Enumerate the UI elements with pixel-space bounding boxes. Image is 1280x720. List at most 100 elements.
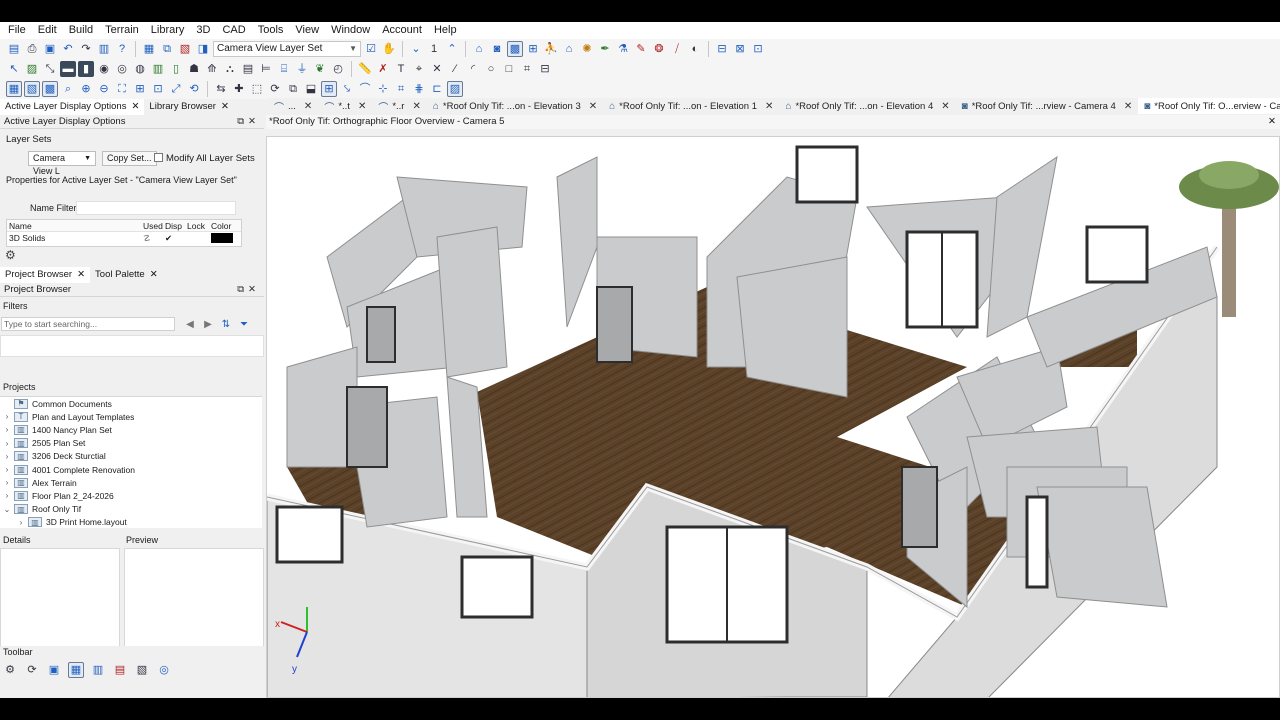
document-tab[interactable]: ⌒ *..t ✕ [318, 98, 372, 114]
chevron-right-icon[interactable]: › [0, 478, 14, 487]
layer-set-dropdown[interactable]: Camera View Layer Set ▼ [213, 41, 361, 57]
menu-item-build[interactable]: Build [63, 22, 99, 39]
circle-icon[interactable]: ○ [483, 61, 499, 77]
rotate-icon[interactable]: ⬚ [249, 81, 265, 97]
layer-color-swatch[interactable] [211, 233, 233, 243]
window-cascade-icon[interactable]: ⊠ [732, 41, 748, 57]
chevron-right-icon[interactable]: › [0, 465, 14, 474]
text-arrow-icon[interactable]: ✗ [375, 61, 391, 77]
undo-zoom-icon[interactable]: ⤢ [168, 81, 184, 97]
close-icon[interactable]: ✕ [761, 101, 773, 112]
tree-item[interactable]: › ▥ 2505 Plan Set [0, 437, 262, 450]
door-tool-icon[interactable]: ▯ [168, 61, 184, 77]
tree-item[interactable]: › ▥ Alex Terrain [0, 476, 262, 489]
menu-item-window[interactable]: Window [325, 22, 376, 39]
save-icon[interactable]: ▣ [42, 41, 58, 57]
doll-house-icon[interactable]: ⌂ [561, 41, 577, 57]
floor-up-icon[interactable]: ⌃ [444, 41, 460, 57]
bumper-icon[interactable]: ⊏ [429, 81, 445, 97]
camera-icon[interactable]: ◙ [489, 41, 505, 57]
tab-active-layer-display-options[interactable]: Active Layer Display Options ✕ [0, 99, 145, 115]
open-icon[interactable]: ▣ [46, 662, 62, 678]
zoom-out-icon[interactable]: ⊖ [96, 81, 112, 97]
eyedropper-icon[interactable]: ⧸ [669, 41, 685, 57]
refresh-icon[interactable]: ⟳ [24, 662, 40, 678]
close-icon[interactable]: ✕ [248, 284, 260, 295]
tab-library-browser[interactable]: Library Browser ✕ [144, 99, 234, 115]
grid-snap-icon[interactable]: ⋕ [411, 81, 427, 97]
close-icon[interactable]: ✕ [1120, 101, 1132, 112]
tree-item[interactable]: ⚑ Common Documents [0, 397, 262, 410]
column-header-name[interactable]: Name [7, 220, 143, 231]
display-mode-3-icon[interactable]: ▩ [42, 81, 58, 97]
callout-icon[interactable]: ⌖ [411, 61, 427, 77]
table-row[interactable]: 3D Solids ☡ ✔ [7, 232, 241, 245]
floor-overview-render[interactable]: x y [267, 137, 1280, 698]
tree-item[interactable]: ⌄ ▥ Roof Only Tif [0, 503, 262, 516]
menu-item-3d[interactable]: 3D [190, 22, 216, 39]
copy-set-button[interactable]: Copy Set... [102, 151, 157, 166]
gear-icon[interactable]: ⚙ [2, 662, 18, 678]
document-tab[interactable]: ◙ *Roof Only Tif: ...rview - Camera 4 ✕ [956, 98, 1139, 114]
chevron-right-icon[interactable]: › [0, 412, 14, 421]
layout-file-icon[interactable]: ▥ [90, 662, 106, 678]
layout-icon[interactable]: ▥ [96, 41, 112, 57]
close-icon[interactable]: ✕ [408, 101, 420, 112]
menu-item-terrain[interactable]: Terrain [99, 22, 145, 39]
object-snap-icon[interactable]: ⊹ [375, 81, 391, 97]
chevron-right-icon[interactable]: › [0, 491, 14, 500]
window-split-icon[interactable]: ⊡ [750, 41, 766, 57]
document-tab[interactable]: ⌂ *Roof Only Tif: ...on - Elevation 1 ✕ [603, 98, 779, 114]
arc-icon[interactable]: ◜ [465, 61, 481, 77]
paint-icon[interactable]: ✎ [633, 41, 649, 57]
layer-display-icon[interactable]: ▧ [177, 41, 193, 57]
materials-icon[interactable]: ✒ [597, 41, 613, 57]
close-icon[interactable]: ✕ [150, 267, 158, 283]
house-icon[interactable]: ⌂ [471, 41, 487, 57]
float-icon[interactable]: ⧉ [237, 284, 248, 295]
cabinet-icon[interactable]: ◉ [96, 61, 112, 77]
copy-icon[interactable]: ⧉ [285, 81, 301, 97]
dormer-icon[interactable]: ⛬ [222, 61, 238, 77]
terrain-select-icon[interactable]: ▨ [24, 61, 40, 77]
tree-item[interactable]: › ▥ 3D Print Home.layout [0, 516, 262, 529]
lights-icon[interactable]: ✺ [579, 41, 595, 57]
modify-all-checkbox[interactable] [154, 153, 163, 162]
display-mode-icon[interactable]: ▦ [6, 81, 22, 97]
document-tab[interactable]: ⌂ *Roof Only Tif: ...on - Elevation 4 ✕ [779, 98, 955, 114]
window-tool-icon[interactable]: ▥ [150, 61, 166, 77]
roof-icon[interactable]: ⟰ [204, 61, 220, 77]
zoom-in-icon[interactable]: ⊕ [78, 81, 94, 97]
tree-item[interactable]: › ▥ 3206 Deck Sturctial [0, 450, 262, 463]
fill-window-icon[interactable]: ⛶ [114, 81, 130, 97]
appliance-icon[interactable]: ◍ [132, 61, 148, 77]
document-tab[interactable]: ⌒ *..r ✕ [372, 98, 427, 114]
fixture-icon[interactable]: ◎ [114, 61, 130, 77]
walkthrough-icon[interactable]: ⛹ [543, 41, 559, 57]
close-icon[interactable]: ✕ [354, 101, 366, 112]
menu-item-account[interactable]: Account [376, 22, 428, 39]
back-arrow-icon[interactable]: ◀ [181, 319, 199, 330]
menu-item-view[interactable]: View [289, 22, 325, 39]
backdrop-icon[interactable]: ⚗ [615, 41, 631, 57]
move-icon[interactable]: ✚ [231, 81, 247, 97]
layer-set-icon[interactable]: ◨ [195, 41, 211, 57]
menu-item-cad[interactable]: CAD [216, 22, 251, 39]
angle-snap-icon[interactable]: ⌗ [393, 81, 409, 97]
grid-icon[interactable]: ⊞ [321, 81, 337, 97]
lock-cell[interactable] [187, 232, 211, 245]
window-tile-icon[interactable]: ⊟ [714, 41, 730, 57]
menu-item-help[interactable]: Help [428, 22, 463, 39]
dimension-icon[interactable]: 📏 [357, 61, 373, 77]
tree-item[interactable]: › T Plan and Layout Templates [0, 410, 262, 423]
floor-down-icon[interactable]: ⌄ [408, 41, 424, 57]
stairs-icon[interactable]: ☗ [186, 61, 202, 77]
chevron-right-icon[interactable]: › [14, 518, 28, 527]
close-icon[interactable]: ✕ [131, 99, 139, 115]
tree-item[interactable]: › ▥ 1400 Nancy Plan Set [0, 423, 262, 436]
fill-window-all-icon[interactable]: ⊞ [132, 81, 148, 97]
help-icon[interactable]: ? [114, 41, 130, 57]
gear-icon[interactable]: ⚙ [5, 248, 16, 262]
column-header-color[interactable]: Color [211, 220, 241, 231]
layer-set-select[interactable]: Camera View L ▼ [28, 151, 96, 176]
